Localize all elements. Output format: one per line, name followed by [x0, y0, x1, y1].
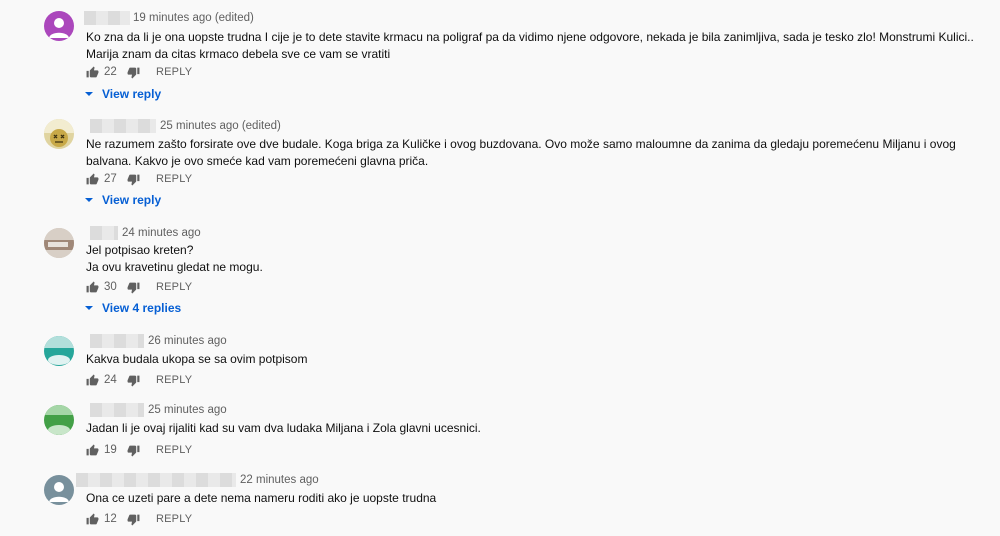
view-replies-button[interactable]: View 4 replies — [84, 300, 181, 316]
view-replies-button[interactable]: View reply — [84, 192, 161, 208]
comment-text: Jel potpisao kreten? Ja ovu kravetinu gl… — [86, 242, 986, 275]
view-replies-button[interactable]: View reply — [84, 86, 161, 102]
comment-timestamp[interactable]: 25 minutes ago (edited) — [160, 119, 281, 133]
chevron-down-icon — [85, 92, 93, 96]
reply-button[interactable]: REPLY — [156, 66, 192, 78]
comment-text: Ona ce uzeti pare a dete nema nameru rod… — [86, 491, 437, 505]
view-replies-label: View 4 replies — [102, 301, 182, 315]
avatar[interactable] — [44, 119, 74, 149]
like-count: 19 — [104, 444, 117, 456]
like-count: 22 — [104, 66, 117, 78]
avatar[interactable] — [44, 228, 74, 258]
comment-actions: 22 REPLY — [86, 64, 192, 80]
thumbs-down-icon[interactable] — [127, 374, 140, 387]
avatar[interactable] — [44, 11, 74, 41]
thumbs-down-icon[interactable] — [127, 444, 140, 457]
comment-actions: 12 REPLY — [86, 511, 192, 527]
chevron-down-icon — [85, 306, 93, 310]
comment-timestamp[interactable]: 26 minutes ago — [148, 334, 227, 348]
thumbs-up-icon[interactable] — [86, 281, 99, 294]
avatar-image — [44, 336, 74, 365]
comment-text: Jadan li je ovaj rijaliti kad su vam dva… — [86, 421, 481, 435]
author-name-redacted[interactable] — [90, 119, 156, 133]
like-count: 12 — [104, 513, 117, 525]
avatar[interactable] — [44, 475, 74, 505]
reply-button[interactable]: REPLY — [156, 281, 192, 293]
thumbs-down-icon[interactable] — [127, 173, 140, 186]
reply-button[interactable]: REPLY — [156, 173, 192, 185]
like-count: 27 — [104, 173, 117, 185]
author-name-redacted[interactable] — [90, 226, 118, 240]
reply-button[interactable]: REPLY — [156, 513, 192, 525]
thumbs-up-icon[interactable] — [86, 173, 99, 186]
thumbs-up-icon[interactable] — [86, 66, 99, 79]
thumbs-up-icon[interactable] — [86, 513, 99, 526]
comment-actions: 24 REPLY — [86, 372, 192, 388]
author-name-redacted[interactable] — [90, 334, 144, 348]
comment-text-line: Jel potpisao kreten? — [86, 243, 194, 257]
view-replies-label: View reply — [102, 87, 162, 101]
comment-text: Ne razumem zašto forsirate ove dve budal… — [86, 137, 956, 168]
thumbs-down-icon[interactable] — [127, 281, 140, 294]
avatar-image — [44, 228, 74, 258]
avatar-image — [44, 405, 74, 435]
author-name-redacted[interactable] — [90, 403, 144, 417]
thumbs-down-icon[interactable] — [127, 513, 140, 526]
author-name-redacted[interactable] — [76, 473, 236, 487]
comment-actions: 19 REPLY — [86, 442, 192, 458]
comment-actions: 27 REPLY — [86, 171, 192, 187]
comment-text: Kakva budala ukopa se sa ovim potpisom — [86, 352, 308, 366]
avatar[interactable] — [44, 405, 74, 435]
chevron-down-icon — [85, 198, 93, 202]
comment-timestamp[interactable]: 22 minutes ago — [240, 473, 319, 487]
like-count: 30 — [104, 281, 117, 293]
comment-timestamp[interactable]: 25 minutes ago — [148, 403, 227, 417]
person-icon — [49, 482, 69, 502]
reply-button[interactable]: REPLY — [156, 374, 192, 386]
comment-text: Ko zna da li je ona uopste trudna I cije… — [86, 30, 974, 61]
person-icon — [49, 18, 69, 38]
author-name-redacted[interactable] — [84, 11, 130, 25]
like-count: 24 — [104, 374, 117, 386]
comment-timestamp[interactable]: 24 minutes ago — [122, 226, 201, 240]
thumbs-down-icon[interactable] — [127, 66, 140, 79]
thumbs-up-icon[interactable] — [86, 374, 99, 387]
comment-text-line: Ja ovu kravetinu gledat ne mogu. — [86, 259, 263, 274]
reply-button[interactable]: REPLY — [156, 444, 192, 456]
avatar-image — [44, 119, 74, 147]
view-replies-label: View reply — [102, 193, 162, 207]
comment-actions: 30 REPLY — [86, 279, 192, 295]
avatar[interactable] — [44, 336, 74, 366]
thumbs-up-icon[interactable] — [86, 444, 99, 457]
comment-timestamp[interactable]: 19 minutes ago (edited) — [133, 11, 254, 25]
